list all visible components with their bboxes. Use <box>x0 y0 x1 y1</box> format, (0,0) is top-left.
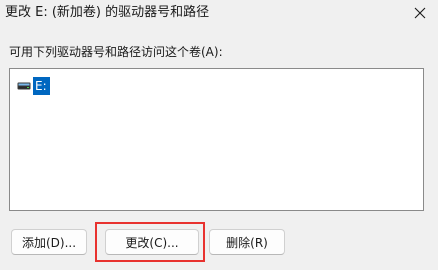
drive-path-listbox[interactable]: E: <box>9 68 424 211</box>
remove-button[interactable]: 删除(R) <box>209 229 285 255</box>
list-item-label: E: <box>33 77 50 95</box>
list-item[interactable]: E: <box>16 77 50 95</box>
change-button[interactable]: 更改(C)... <box>105 229 199 255</box>
drive-icon <box>16 77 32 95</box>
change-drive-letter-dialog: 更改 E: (新加卷) 的驱动器号和路径 可用下列驱动器号和路径访问这个卷(A)… <box>0 0 438 270</box>
list-prompt-label: 可用下列驱动器号和路径访问这个卷(A): <box>9 45 223 59</box>
add-button[interactable]: 添加(D)... <box>11 229 87 255</box>
dialog-title: 更改 E: (新加卷) 的驱动器号和路径 <box>5 5 210 20</box>
close-button[interactable] <box>402 0 438 26</box>
close-icon <box>414 7 426 19</box>
